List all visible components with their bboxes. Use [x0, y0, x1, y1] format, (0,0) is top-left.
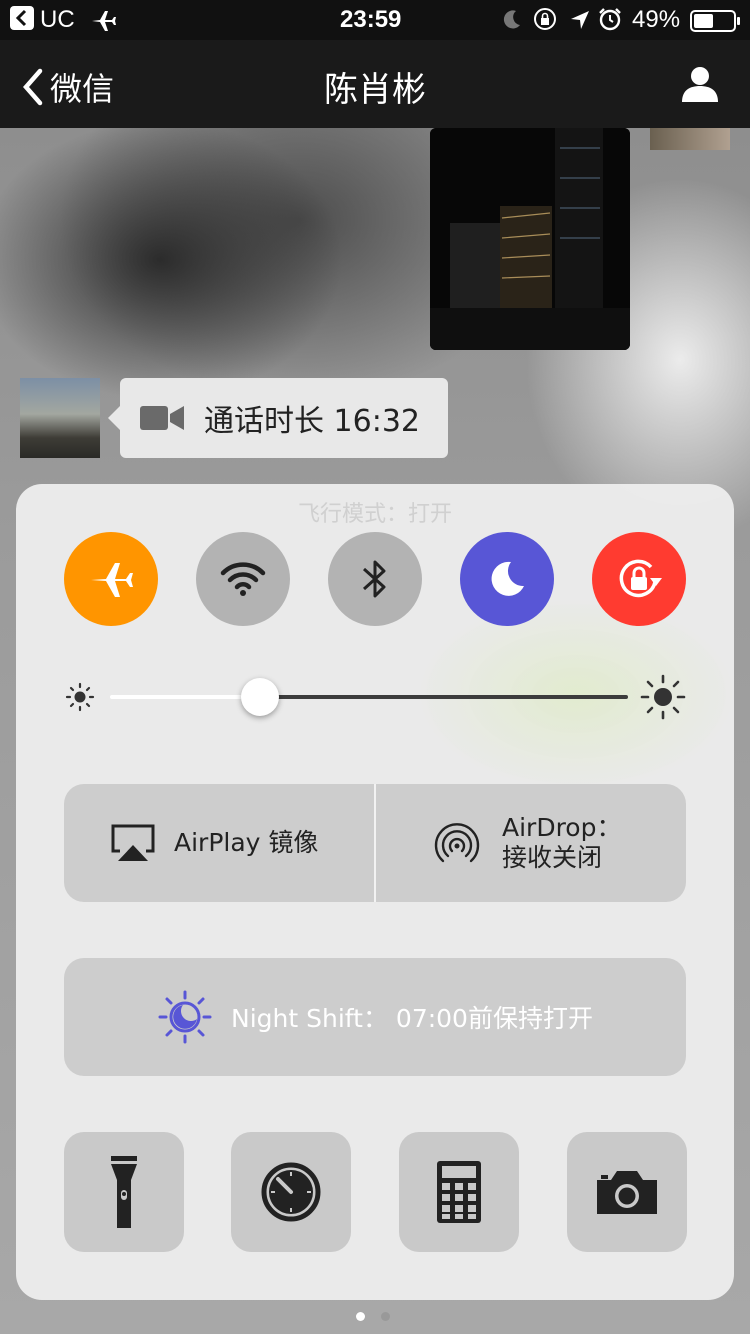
location-status-icon [570, 9, 590, 37]
calculator-icon [437, 1161, 481, 1223]
brightness-low-icon [65, 682, 95, 712]
control-center: 飞行模式：打开 AirPlay 镜像 AirDrop： 接收关闭 Night S… [16, 484, 734, 1300]
do-not-disturb-toggle[interactable] [460, 532, 554, 626]
brightness-track [260, 695, 628, 699]
rotation-lock-status-icon [533, 7, 557, 38]
wifi-toggle[interactable] [196, 532, 290, 626]
airdrop-button[interactable]: AirDrop： 接收关闭 [376, 784, 686, 902]
timer-button[interactable] [231, 1132, 351, 1252]
rotation-lock-toggle[interactable] [592, 532, 686, 626]
airdrop-status: 接收关闭 [502, 843, 603, 872]
brightness-slider[interactable] [64, 674, 686, 720]
back-arrow-icon [10, 6, 34, 30]
airplane-status-icon [90, 8, 116, 39]
airplay-label: AirPlay 镜像 [174, 828, 319, 857]
airplay-airdrop-panel: AirPlay 镜像 AirDrop： 接收关闭 [64, 784, 686, 902]
brightness-fill [110, 695, 261, 699]
airdrop-label: AirDrop： [502, 813, 622, 842]
page-title: 陈肖彬 [324, 70, 426, 110]
call-duration-text: 通话时长 16:32 [204, 404, 420, 439]
navigation-bar: 微信 陈肖彬 [0, 40, 750, 128]
airplay-icon [111, 824, 155, 861]
bluetooth-toggle[interactable] [328, 532, 422, 626]
airdrop-icon [434, 823, 480, 863]
camera-button[interactable] [567, 1132, 687, 1252]
brightness-high-icon [640, 674, 686, 720]
camera-icon [597, 1171, 657, 1214]
call-record-bubble[interactable]: 通话时长 16:32 [108, 378, 448, 458]
image-message[interactable] [430, 128, 630, 350]
rotation-lock-icon [619, 559, 662, 598]
page-dot [381, 1312, 390, 1321]
brightness-thumb[interactable] [241, 678, 280, 716]
airplane-mode-status-text: 飞行模式：打开 [297, 502, 452, 527]
city-night-photo [430, 128, 630, 350]
night-shift-icon [158, 990, 212, 1044]
timer-icon [261, 1162, 321, 1222]
contact-info-button[interactable] [680, 64, 720, 104]
alarm-status-icon [598, 7, 622, 38]
airplay-mirroring-button[interactable]: AirPlay 镜像 [64, 784, 374, 902]
carrier-label: UC [40, 6, 75, 33]
page-indicator[interactable] [356, 1312, 390, 1321]
night-shift-label: Night Shift： 07:00前保持打开 [231, 1004, 593, 1033]
moon-icon [491, 561, 524, 596]
bluetooth-icon [362, 560, 386, 598]
battery-percent: 49% [632, 6, 681, 33]
my-avatar[interactable] [650, 128, 730, 150]
flashlight-icon [111, 1156, 137, 1228]
wifi-icon [220, 562, 266, 596]
flashlight-button[interactable] [64, 1132, 184, 1252]
night-shift-button[interactable]: Night Shift： 07:00前保持打开 [64, 958, 686, 1076]
airplane-mode-toggle[interactable] [64, 532, 158, 626]
moon-status-icon [502, 9, 522, 38]
status-bar: UC 23:59 49% [0, 0, 750, 40]
clock: 23:59 [340, 6, 402, 33]
calculator-button[interactable] [399, 1132, 519, 1252]
contact-avatar[interactable] [20, 378, 100, 458]
person-icon [682, 67, 718, 102]
airplane-icon [91, 563, 133, 597]
battery-icon [690, 10, 742, 39]
video-camera-icon [140, 406, 184, 430]
back-to-app-indicator[interactable] [10, 6, 34, 37]
page-dot-active [356, 1312, 365, 1321]
